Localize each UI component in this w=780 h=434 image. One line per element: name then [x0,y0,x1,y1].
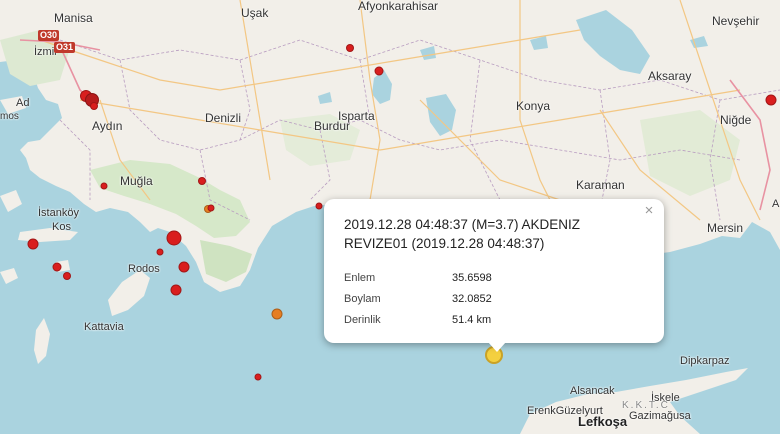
label-aydin: Aydın [92,119,123,133]
label-aksaray: Aksaray [648,69,692,83]
label-ad-fragment: Ad [16,97,30,109]
quake-marker[interactable] [765,94,777,106]
quake-marker[interactable] [166,230,182,246]
road-shield-o30: O30 [38,30,60,41]
label-alsancak: Alsancak [570,385,615,397]
map-canvas[interactable]: Manisa İzmir Uşak Afyonkarahisar Aksaray… [0,0,780,434]
label-kattavia: Kattavia [84,321,124,333]
label-karaman: Karaman [576,178,625,192]
latitude-value: 35.6598 [452,272,492,284]
label-rodos: Rodos [128,263,160,275]
label-mugla: Muğla [120,174,153,188]
quake-marker[interactable] [315,202,323,210]
depth-value: 51.4 km [452,314,492,326]
depth-label: Derinlik [344,314,381,326]
land-islet-1 [0,268,18,284]
label-mos-fragment: mos [0,111,19,122]
popup-pointer [488,342,506,352]
quake-marker[interactable] [346,44,354,52]
land-karpathos [34,318,50,364]
label-usak: Uşak [241,6,269,20]
quake-marker[interactable] [170,284,182,296]
label-lefkosa: Lefkoşa [578,414,628,429]
label-nevsehir: Nevşehir [712,14,760,28]
label-dipkarpaz: Dipkarpaz [680,355,730,367]
label-mersin: Mersin [707,221,744,235]
quake-marker[interactable] [156,248,164,256]
label-manisa: Manisa [54,11,93,25]
latitude-label: Enlem [344,272,376,284]
land-rhodes [108,270,150,316]
quake-marker[interactable] [198,177,206,185]
quake-marker[interactable] [90,102,98,110]
quake-marker[interactable] [374,66,384,76]
quake-marker[interactable] [207,204,215,212]
label-isparta: Isparta [338,109,375,123]
close-icon[interactable]: × [642,203,656,218]
quake-marker[interactable] [27,238,39,250]
longitude-value: 32.0852 [452,293,492,305]
label-a-fragment: A [772,198,780,210]
quake-marker[interactable] [271,308,283,320]
quake-marker[interactable] [63,272,71,280]
label-gazimagusa: Gazimağusa [629,410,691,422]
quake-marker[interactable] [178,261,190,273]
label-denizli: Denizli [205,111,242,125]
road-shield-o31: O31 [54,42,76,53]
quake-marker[interactable] [100,182,108,190]
land-islet-4 [0,190,22,212]
quake-info-popup: × 2019.12.28 04:48:37 (M=3.7) AKDENIZ RE… [324,199,664,352]
quake-marker[interactable] [254,373,262,381]
popup-title: 2019.12.28 04:48:37 (M=3.7) AKDENIZ REVI… [344,217,581,251]
quake-marker[interactable] [52,262,62,272]
label-nigde: Niğde [720,113,752,127]
label-konya: Konya [516,99,551,113]
label-afyonkarahisar: Afyonkarahisar [358,0,439,13]
label-istankoy: İstanköy [38,207,79,219]
longitude-label: Boylam [344,293,381,305]
label-kos: Kos [52,221,71,233]
